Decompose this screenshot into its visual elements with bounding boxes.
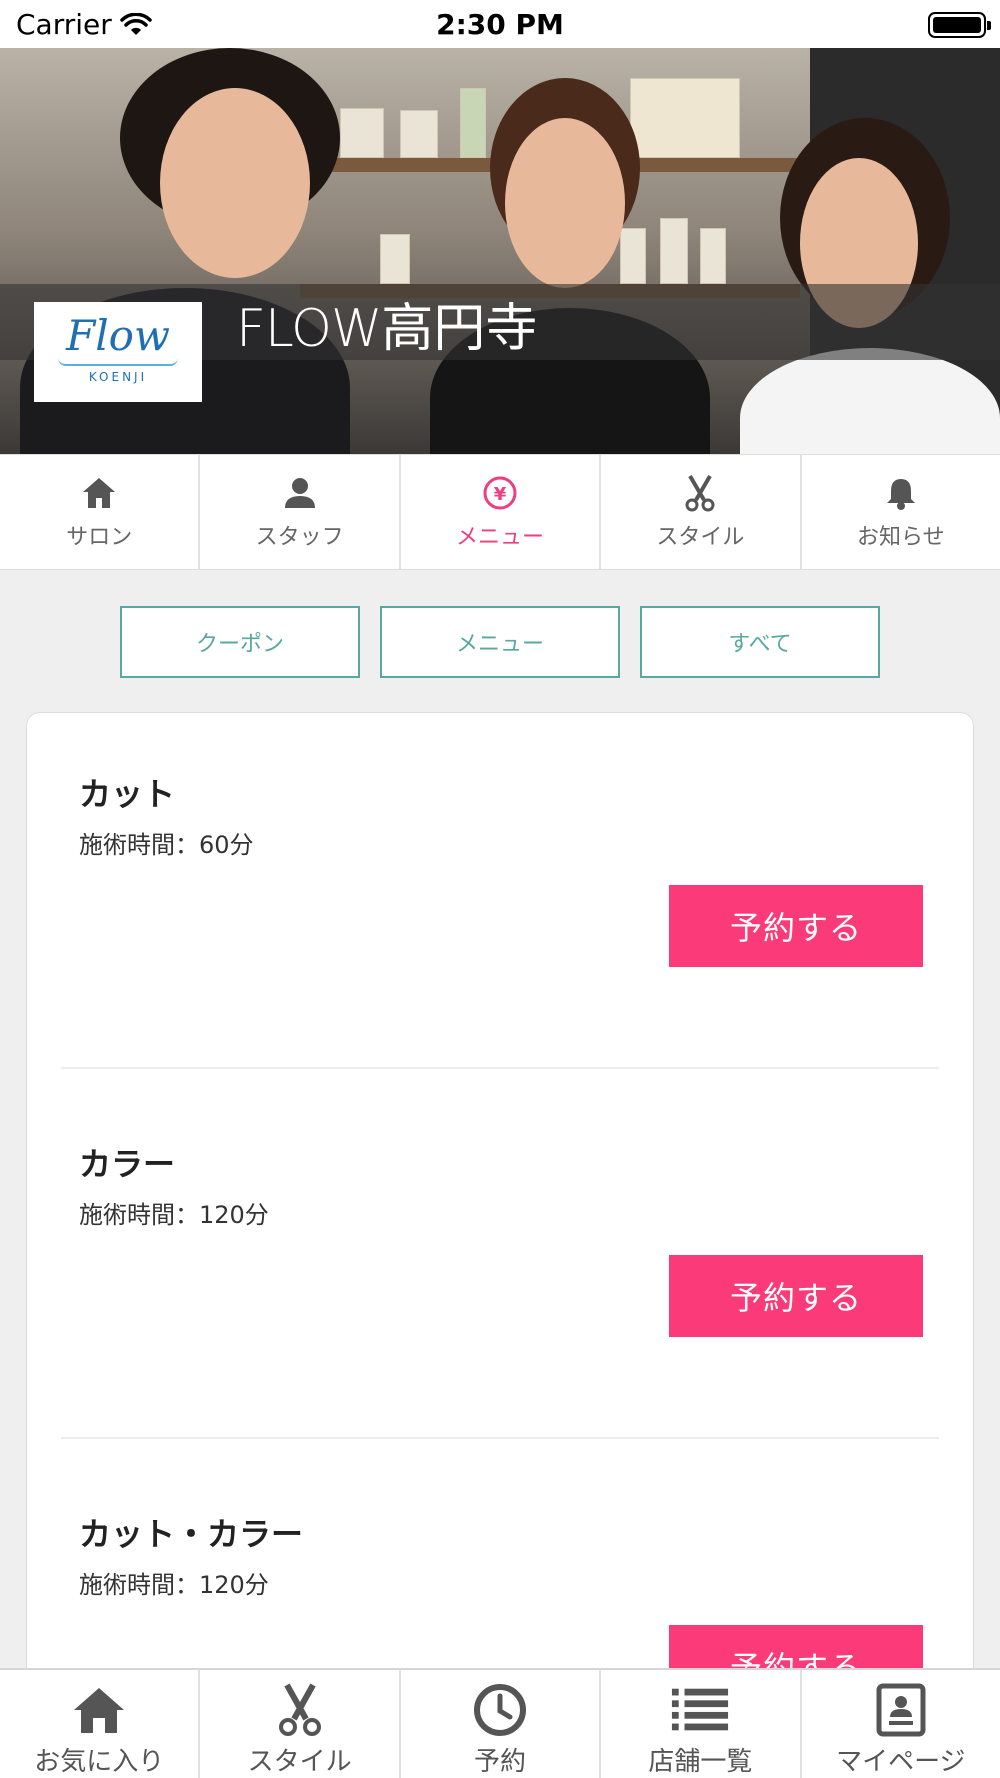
reserve-button[interactable]: 予約する: [669, 885, 923, 967]
profile-icon: [871, 1682, 931, 1737]
scissors-icon: [680, 473, 720, 513]
salon-hero-image: FLOW高円寺 Flow KOENJI: [0, 48, 1000, 454]
tab-label: お知らせ: [857, 525, 945, 550]
nav-label: マイページ: [836, 1747, 966, 1777]
carrier-label: Carrier: [16, 8, 112, 41]
tab-label: サロン: [66, 525, 133, 550]
menu-item-name: カラー: [79, 1145, 176, 1183]
menu-item-duration: 施術時間：60分: [79, 831, 254, 859]
status-bar: Carrier 2:30 PM: [0, 0, 1000, 48]
nav-favorites[interactable]: お気に入り: [0, 1670, 201, 1778]
nav-mypage[interactable]: マイページ: [802, 1670, 1000, 1778]
nav-reservation[interactable]: 予約: [401, 1670, 602, 1778]
person-icon: [280, 473, 320, 513]
nav-store-list[interactable]: 店舗一覧: [601, 1670, 802, 1778]
salon-name-jp: 高円寺: [381, 299, 538, 359]
logo-subtext: KOENJI: [88, 370, 148, 384]
menu-list-card: カット 施術時間：60分 予約する カラー 施術時間：120分 予約する カット…: [26, 712, 974, 1778]
salon-name-latin: FLOW: [236, 299, 382, 359]
bottom-navigation: お気に入り スタイル 予約 店舗一覧 マイページ: [0, 1668, 1000, 1778]
tab-salon[interactable]: サロン: [0, 455, 201, 569]
tab-staff[interactable]: スタッフ: [200, 455, 401, 569]
svg-text:¥: ¥: [494, 484, 507, 505]
filter-all-button[interactable]: すべて: [640, 606, 880, 678]
nav-label: 店舗一覧: [648, 1747, 753, 1777]
tab-label: メニュー: [456, 525, 545, 550]
scissors-icon: [270, 1682, 330, 1737]
logo-text: Flow: [66, 311, 170, 360]
divider: [61, 1437, 939, 1439]
home-icon: [79, 473, 119, 513]
salon-tab-bar: サロン スタッフ ¥ メニュー スタイル お知らせ: [0, 454, 1000, 570]
tab-menu[interactable]: ¥ メニュー: [401, 455, 602, 569]
salon-logo: Flow KOENJI: [34, 302, 202, 402]
bell-icon: [881, 473, 921, 513]
battery-icon: [928, 12, 991, 38]
tab-label: スタイル: [656, 525, 745, 550]
reserve-button[interactable]: 予約する: [669, 1255, 923, 1337]
filter-coupon-button[interactable]: クーポン: [120, 606, 360, 678]
menu-item-cut: カット 施術時間：60分 予約する: [27, 713, 975, 1083]
wifi-icon: [120, 12, 152, 35]
menu-item-name: カット・カラー: [79, 1515, 304, 1553]
tab-label: スタッフ: [255, 525, 344, 550]
clock-icon: [470, 1682, 530, 1737]
menu-item-duration: 施術時間：120分: [79, 1571, 269, 1599]
yen-icon: ¥: [480, 473, 520, 513]
menu-item-color: カラー 施術時間：120分 予約する: [27, 1083, 975, 1453]
list-icon: [670, 1682, 730, 1737]
carrier-indicator: Carrier: [16, 8, 152, 41]
nav-label: スタイル: [247, 1747, 352, 1777]
nav-style[interactable]: スタイル: [200, 1670, 401, 1778]
filter-menu-button[interactable]: メニュー: [380, 606, 620, 678]
menu-item-duration: 施術時間：120分: [79, 1201, 269, 1229]
tab-news[interactable]: お知らせ: [802, 455, 1000, 569]
tab-style[interactable]: スタイル: [601, 455, 802, 569]
divider: [61, 1067, 939, 1069]
salon-name: FLOW高円寺: [236, 286, 537, 361]
menu-item-name: カット: [79, 775, 176, 813]
menu-filter-group: クーポン メニュー すべて: [0, 606, 1000, 678]
nav-label: お気に入り: [34, 1747, 165, 1777]
nav-label: 予約: [474, 1747, 527, 1777]
home-icon: [69, 1682, 129, 1737]
